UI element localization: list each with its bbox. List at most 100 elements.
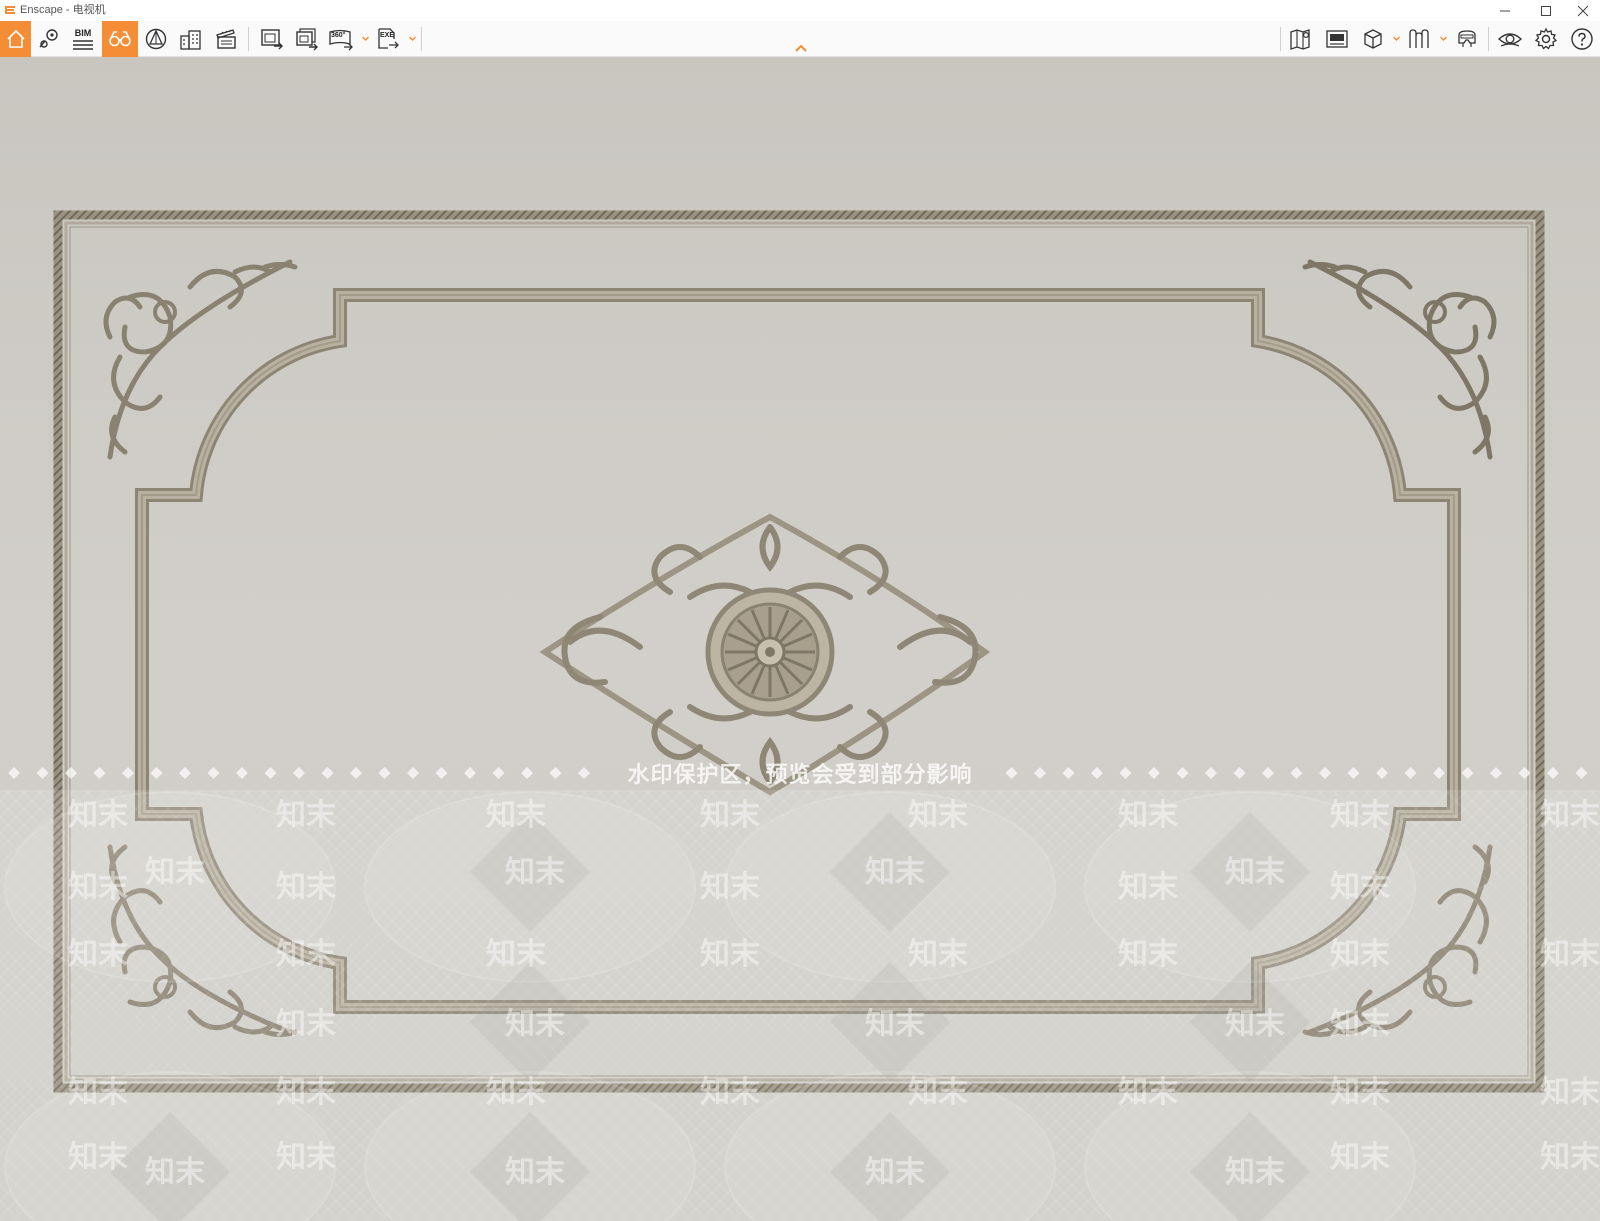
toolbar-separator xyxy=(1488,27,1489,51)
export-exe-icon xyxy=(378,28,399,49)
navigation-button[interactable] xyxy=(140,21,172,57)
batch-render-button[interactable] xyxy=(291,21,323,57)
watermark-tile: 知末 xyxy=(700,871,760,904)
watermark-tile: 知末 xyxy=(865,856,925,889)
map-button[interactable] xyxy=(1286,21,1316,57)
watermark-tile: 知末 xyxy=(1118,799,1178,832)
watermark-tile: 知末 xyxy=(1330,871,1390,904)
watermark-tile: 知末 xyxy=(1118,938,1178,971)
maximize-button[interactable] xyxy=(1524,0,1568,21)
watermark-tile: 知末 xyxy=(1330,1076,1390,1109)
walk-mode-button[interactable] xyxy=(102,21,138,57)
views-button[interactable] xyxy=(33,21,64,57)
batch-render-icon xyxy=(296,28,318,51)
watermark-tile: 知末 xyxy=(68,799,128,832)
panorama-button[interactable]: 360° xyxy=(326,21,356,57)
watermark-tile: 知末 xyxy=(68,938,128,971)
watermark-tile: 知末 xyxy=(505,856,565,889)
home-button[interactable] xyxy=(0,21,31,57)
watermark-tile: 知末 xyxy=(1540,1076,1600,1109)
panorama-label: 360° xyxy=(331,32,346,39)
watermark-tile: 知末 xyxy=(486,938,546,971)
watermark-tile: 知末 xyxy=(1330,938,1390,971)
home-icon xyxy=(6,29,25,48)
watermark-tile: 知末 xyxy=(145,856,205,889)
watermark-tile: 知末 xyxy=(908,938,968,971)
watermark-tile: 知末 xyxy=(486,1076,546,1109)
watermark-tile: 知末 xyxy=(1540,1141,1600,1174)
video-editor-button[interactable] xyxy=(210,21,242,57)
watermark-tile: 知末 xyxy=(1330,1008,1390,1041)
watermark-tile: 知末 xyxy=(276,871,336,904)
toolbar-separator xyxy=(421,27,422,51)
watermark-tile: 知末 xyxy=(505,1156,565,1189)
clapperboard-icon xyxy=(216,29,236,49)
close-icon xyxy=(1577,5,1588,16)
panorama-icon xyxy=(329,29,353,51)
watermark-tile: 知末 xyxy=(68,1141,128,1174)
watermark-tile: 知末 xyxy=(1330,799,1390,832)
watermark-tile: 知末 xyxy=(1540,938,1600,971)
watermark-tile: 知末 xyxy=(1225,1008,1285,1041)
close-button[interactable] xyxy=(1565,0,1600,21)
watermark-tile: 知末 xyxy=(1118,871,1178,904)
bim-info-button[interactable]: BIM xyxy=(67,21,99,57)
title-bar: Enscape - 电视机 xyxy=(0,0,1600,21)
watermark-tile: 知末 xyxy=(68,1076,128,1109)
scene-render xyxy=(0,57,1600,1221)
binoculars-icon xyxy=(109,31,131,47)
minimize-button[interactable] xyxy=(1483,0,1527,21)
vr-headset-button[interactable] xyxy=(1451,21,1483,57)
help-icon xyxy=(1571,28,1593,50)
watermark-banner-text: 水印保护区，预览会受到部分影响 xyxy=(627,762,973,787)
video-editor-panel-button[interactable] xyxy=(1322,21,1352,57)
visual-settings-button[interactable] xyxy=(1494,21,1526,57)
watermark-tile: 知末 xyxy=(1118,1076,1178,1109)
watermark-tile: 知末 xyxy=(1540,799,1600,832)
render-screenshot-button[interactable] xyxy=(256,21,288,57)
render-screenshot-icon xyxy=(261,29,283,50)
watermark-tile: 知末 xyxy=(276,1008,336,1041)
minimize-icon xyxy=(1500,10,1510,11)
watermark-tile: 知末 xyxy=(276,1141,336,1174)
watermark-tile: 知末 xyxy=(700,799,760,832)
asset-library-icon xyxy=(1364,29,1382,49)
sections-button[interactable] xyxy=(1404,21,1434,57)
exe-label: EXE xyxy=(380,32,395,39)
watermark-tile: 知末 xyxy=(68,871,128,904)
export-dropdown-chevron-icon[interactable] xyxy=(408,34,417,43)
help-button[interactable] xyxy=(1566,21,1598,57)
settings-gear-icon xyxy=(1534,27,1558,50)
visual-settings-icon xyxy=(1497,33,1523,47)
watermark-banner: 水印保护区，预览会受到部分影响 xyxy=(0,757,1600,789)
bim-label: BIM xyxy=(74,28,92,38)
watermark-tile: 知末 xyxy=(1330,1141,1390,1174)
watermark-tile: 知末 xyxy=(145,1156,205,1189)
watermark-tile: 知末 xyxy=(1225,1156,1285,1189)
watermark-tile: 知末 xyxy=(276,938,336,971)
buildings-icon xyxy=(180,30,201,50)
render-viewport[interactable]: 水印保护区，预览会受到部分影响 知末 知末 知末 知末 知末 知末 知末 知末 … xyxy=(0,57,1600,1221)
video-editor-icon xyxy=(1326,30,1348,48)
sections-icon xyxy=(1409,29,1429,48)
asset-dropdown-chevron-icon[interactable] xyxy=(1392,34,1401,43)
watermark-tile: 知末 xyxy=(700,938,760,971)
enscape-logo-icon xyxy=(5,6,15,14)
watermark-tile: 知末 xyxy=(908,1076,968,1109)
buildings-button[interactable] xyxy=(175,21,207,57)
watermark-tile: 知末 xyxy=(865,1156,925,1189)
export-exe-button[interactable]: EXE xyxy=(373,21,403,57)
watermark-tile: 知末 xyxy=(1225,856,1285,889)
map-icon xyxy=(1290,29,1310,50)
toolbar-separator xyxy=(1280,27,1281,51)
panorama-dropdown-chevron-icon[interactable] xyxy=(361,34,370,43)
sections-dropdown-chevron-icon[interactable] xyxy=(1439,34,1448,43)
bim-info-icon xyxy=(73,40,93,50)
maximize-icon xyxy=(1541,5,1551,16)
watermark-tile: 知末 xyxy=(486,799,546,832)
settings-button[interactable] xyxy=(1530,21,1562,57)
asset-library-button[interactable] xyxy=(1358,21,1388,57)
vr-headset-icon xyxy=(1458,30,1476,47)
watermark-tile: 知末 xyxy=(276,799,336,832)
collapse-toolbar-chevron-icon[interactable] xyxy=(793,43,809,53)
